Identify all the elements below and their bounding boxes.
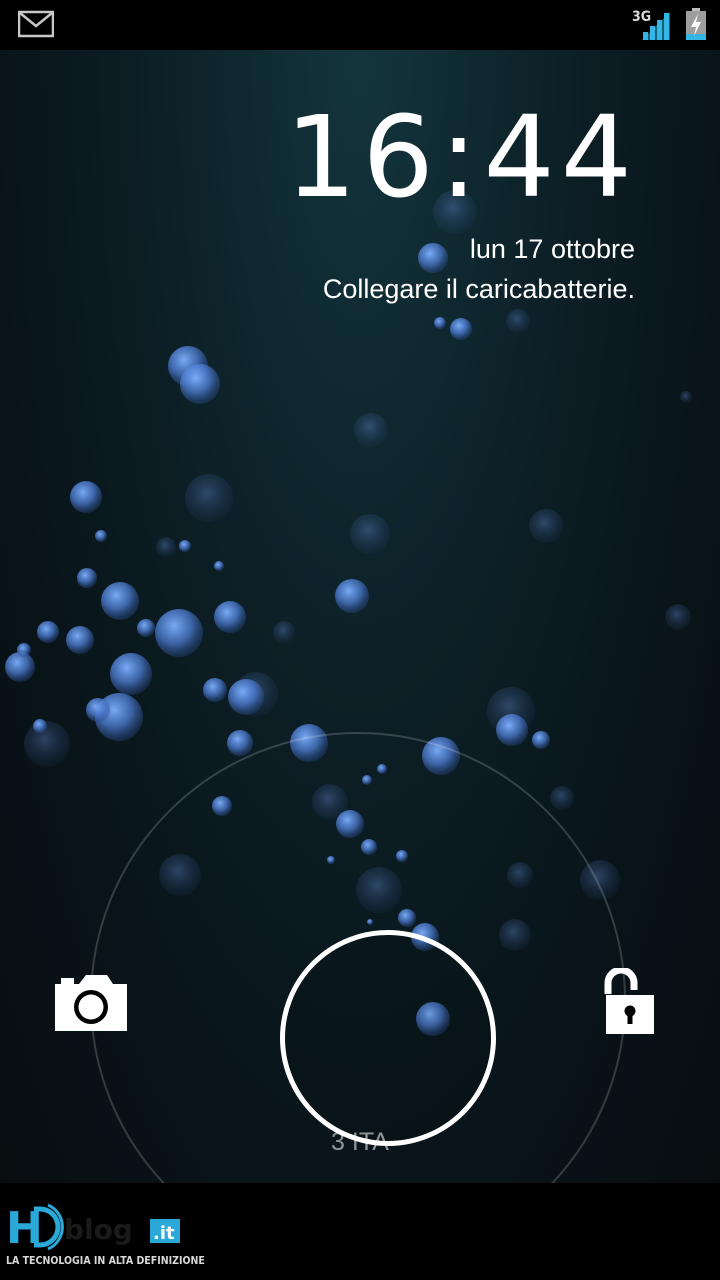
carrier-label: 3 ITA xyxy=(331,1128,389,1156)
gmail-icon[interactable] xyxy=(18,10,54,38)
watermark-tagline: LA TECNOLOGIA IN ALTA DEFINIZIONE xyxy=(6,1255,205,1267)
unlock-handle[interactable] xyxy=(280,930,496,1146)
battery-charging-icon xyxy=(686,8,706,40)
clock-time: 16:44 xyxy=(285,93,638,223)
unlock-icon[interactable] xyxy=(604,968,656,1034)
svg-text:blog: blog xyxy=(64,1213,133,1246)
watermark-bar: H blog .it LA TECNOLOGIA IN ALTA DEFINIZ… xyxy=(0,1183,720,1280)
svg-text:.it: .it xyxy=(153,1223,175,1244)
lock-screen[interactable]: 16:44 lun 17 ottobre Collegare il carica… xyxy=(0,50,720,1183)
signal-strength-icon xyxy=(642,12,670,40)
status-bar: 3G xyxy=(0,0,720,50)
date-label: lun 17 ottobre xyxy=(469,234,635,264)
charging-message: Collegare il caricabatterie. xyxy=(322,274,635,304)
camera-icon[interactable] xyxy=(55,975,127,1031)
